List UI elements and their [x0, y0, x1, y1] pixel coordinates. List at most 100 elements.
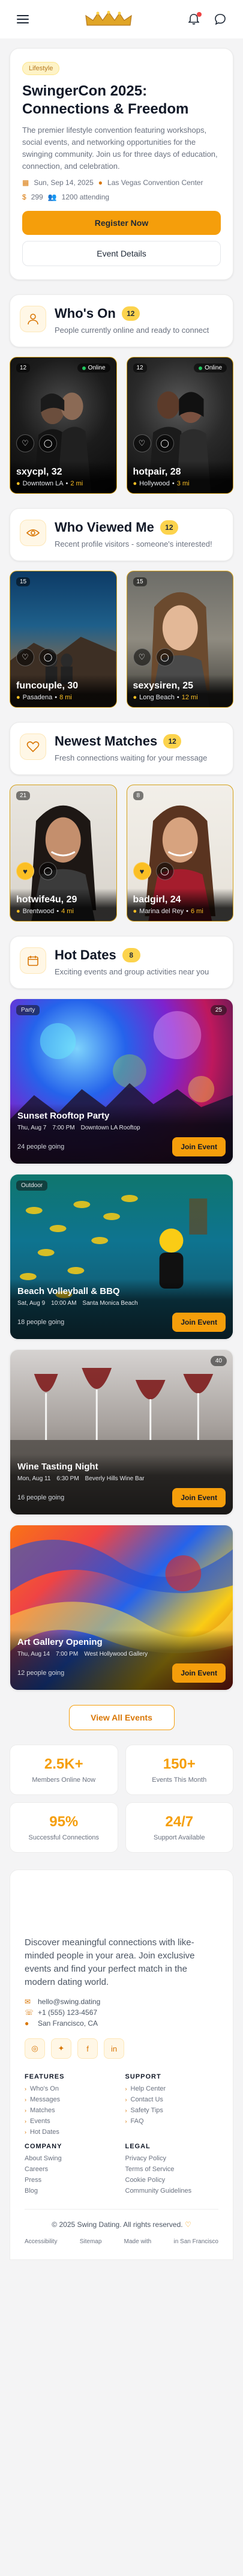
event-attending: 1200 attending: [61, 193, 110, 201]
message-icon[interactable]: ◯: [155, 434, 174, 452]
stat-card: 95% Successful Connections: [10, 1802, 118, 1853]
whos-on-grid: 12 Online ♡ ◯ sxycpl, 32 ● Downtown LA • 2 m…: [0, 357, 243, 494]
footer-link[interactable]: Cookie Policy: [125, 2177, 219, 2184]
footer-phone[interactable]: +1 (555) 123-4567: [38, 2008, 97, 2017]
heart-icon[interactable]: ♥: [133, 862, 151, 880]
section-subtitle: People currently online and ready to con…: [55, 326, 209, 335]
event-date: Sat, Aug 9: [17, 1300, 46, 1307]
profile-name: funcouple, 30: [16, 681, 79, 691]
profile-card[interactable]: 15 ♡ ◯ sexysiren, 25 ● Long Beach • 12 mi: [126, 571, 233, 708]
message-icon[interactable]: ◯: [39, 862, 57, 880]
dollar-icon: $: [22, 193, 26, 201]
profile-name: hotpair, 28: [133, 467, 181, 477]
people-icon: 👥: [47, 193, 57, 201]
who-viewed-header: Who Viewed Me 12 Recent profile visitors …: [10, 508, 233, 561]
footer-email[interactable]: hello@swing.dating: [38, 1997, 100, 2006]
crown-logo[interactable]: [85, 11, 133, 28]
footer-link[interactable]: Privacy Policy: [125, 2155, 219, 2162]
count-badge: 12: [121, 306, 140, 321]
profile-card[interactable]: 21 ♥ ◯ hotwife4u, 29 ● Brentwood • 4 mi: [10, 785, 117, 922]
instagram-icon[interactable]: ◎: [25, 2038, 45, 2059]
event-location: Downtown LA Rooftop: [80, 1125, 140, 1131]
event-card[interactable]: Outdoor Beach Volleyball & BBQ Sat, Aug …: [10, 1174, 233, 1340]
footer-link[interactable]: › Matches: [25, 2107, 118, 2114]
footer-link[interactable]: › Messages: [25, 2096, 118, 2103]
join-event-button[interactable]: Join Event: [172, 1663, 226, 1683]
event-price: 299: [31, 193, 43, 201]
footer-contact: ✉ hello@swing.dating ☏ +1 (555) 123-4567 ●…: [25, 1997, 218, 2028]
footer-link[interactable]: › Contact Us: [125, 2096, 219, 2103]
profile-distance: 2 mi: [70, 480, 83, 487]
footer-link[interactable]: › Hot Dates: [25, 2128, 118, 2136]
event-attendees: 16 people going: [17, 1494, 65, 1501]
stat-card: 150+ Events This Month: [125, 1745, 233, 1795]
chat-icon[interactable]: [212, 11, 229, 28]
photo-count: 8: [133, 791, 144, 800]
copyright: © 2025 Swing Dating. All rights reserved…: [25, 2209, 218, 2229]
count-badge: 12: [160, 520, 178, 535]
profile-card[interactable]: 12 Online ♡ ◯ hotpair, 28 ● Hollywood • 3 mi: [126, 357, 233, 494]
message-icon[interactable]: ◯: [155, 862, 174, 880]
join-event-button[interactable]: Join Event: [172, 1488, 226, 1507]
featured-event-card: Lifestyle SwingerCon 2025: Connections &…: [10, 48, 233, 280]
profile-location: Hollywood: [139, 480, 170, 487]
menu-icon[interactable]: [14, 11, 31, 28]
heart-icon[interactable]: ♡: [16, 648, 34, 666]
footer-link[interactable]: Community Guidelines: [125, 2187, 219, 2195]
profile-distance: 12 mi: [181, 694, 198, 701]
footer-link[interactable]: › Who's On: [25, 2085, 118, 2092]
footer-link[interactable]: Terms of Service: [125, 2166, 219, 2173]
bell-icon[interactable]: [185, 11, 202, 28]
join-event-button[interactable]: Join Event: [172, 1313, 226, 1332]
linkedin-icon[interactable]: in: [104, 2038, 124, 2059]
heart-icon[interactable]: ♡: [16, 434, 34, 452]
message-icon[interactable]: ◯: [155, 648, 174, 666]
footer-link[interactable]: › FAQ: [125, 2118, 219, 2125]
footer: Discover meaningful connections with lik…: [10, 1870, 233, 2260]
footer-link[interactable]: › Events: [25, 2118, 118, 2125]
profile-card[interactable]: 12 Online ♡ ◯ sxycpl, 32 ● Downtown LA • 2 m…: [10, 357, 117, 494]
location-pin-icon: ●: [16, 480, 20, 487]
event-photo-count: 40: [210, 1356, 227, 1366]
event-card[interactable]: Party 25 Sunset Rooftop Party Thu, Aug 7…: [10, 998, 233, 1164]
profile-location: Downtown LA: [22, 480, 64, 487]
footer-link[interactable]: About Swing: [25, 2155, 118, 2162]
view-all-events-button[interactable]: View All Events: [68, 1705, 175, 1730]
footer-link[interactable]: Careers: [25, 2166, 118, 2173]
photo-count: 12: [16, 363, 31, 372]
event-details-button[interactable]: Event Details: [22, 241, 221, 266]
photo-count: 15: [133, 577, 147, 586]
message-icon[interactable]: ◯: [39, 648, 57, 666]
footer-link[interactable]: › Help Center: [125, 2085, 219, 2092]
message-icon[interactable]: ◯: [39, 434, 57, 452]
profile-name: sexysiren, 25: [133, 681, 194, 691]
footer-link[interactable]: Sitemap: [80, 2238, 102, 2245]
register-button[interactable]: Register Now: [22, 211, 221, 235]
event-date: Thu, Aug 14: [17, 1651, 50, 1657]
location-pin-icon: ●: [98, 178, 103, 187]
footer-link[interactable]: › Safety Tips: [125, 2107, 219, 2114]
heart-icon[interactable]: ♡: [133, 648, 151, 666]
heart-icon[interactable]: ♡: [133, 434, 151, 452]
facebook-icon[interactable]: f: [77, 2038, 98, 2059]
event-location: West Hollywood Gallery: [84, 1651, 148, 1657]
footer-text: Made with: [124, 2238, 152, 2245]
profile-card[interactable]: 8 ♥ ◯ badgirl, 24 ● Marina del Rey • 6 mi: [126, 785, 233, 922]
event-date: Sun, Sep 14, 2025: [34, 178, 94, 187]
footer-link[interactable]: Blog: [25, 2187, 118, 2195]
twitter-icon[interactable]: ✦: [51, 2038, 71, 2059]
event-card[interactable]: 40 Wine Tasting Night Mon, Aug 11 6:30 PM…: [10, 1349, 233, 1515]
footer-link[interactable]: Press: [25, 2177, 118, 2184]
eye-icon: [20, 520, 46, 546]
profile-card[interactable]: 15 ♡ ◯ funcouple, 30 ● Pasadena • 8 mi: [10, 571, 117, 708]
event-time: 7:00 PM: [55, 1651, 79, 1657]
footer-link[interactable]: Accessibility: [25, 2238, 57, 2245]
event-attendees: 12 people going: [17, 1669, 65, 1677]
event-card[interactable]: Art Gallery Opening Thu, Aug 14 7:00 PM We…: [10, 1525, 233, 1690]
join-event-button[interactable]: Join Event: [172, 1137, 226, 1156]
heart-icon[interactable]: ♥: [16, 862, 34, 880]
event-time: 7:00 PM: [52, 1125, 75, 1131]
heart-icon: [20, 734, 46, 760]
mail-icon: ✉: [25, 1997, 31, 2006]
event-title: Beach Volleyball & BBQ: [17, 1286, 120, 1296]
